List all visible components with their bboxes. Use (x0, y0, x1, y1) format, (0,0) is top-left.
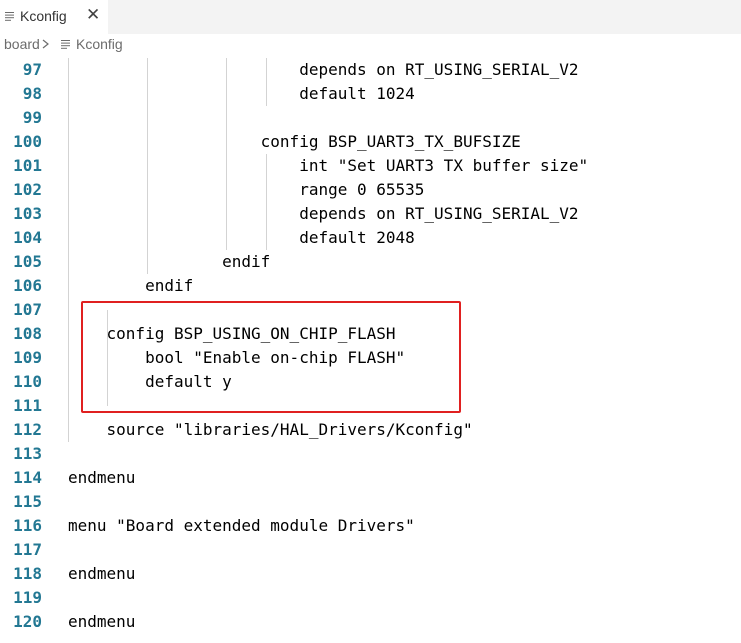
code-line: 117 (0, 538, 741, 562)
line-number: 115 (13, 492, 42, 511)
line-number: 120 (13, 612, 42, 631)
line-number: 119 (13, 588, 42, 607)
line-number: 106 (13, 276, 42, 295)
code-line: 102 range 0 65535 (0, 178, 741, 202)
code-line: 105 endif (0, 250, 741, 274)
line-number: 104 (13, 228, 42, 247)
code-line: 119 (0, 586, 741, 610)
line-number: 101 (13, 156, 42, 175)
code-line: 99 (0, 106, 741, 130)
line-number: 111 (13, 396, 42, 415)
code-line: 98 default 1024 (0, 82, 741, 106)
breadcrumb: board Kconfig (0, 34, 741, 56)
breadcrumb-folder[interactable]: board (4, 36, 40, 52)
breadcrumb-file[interactable]: Kconfig (76, 36, 123, 52)
line-number: 97 (22, 60, 42, 79)
line-number: 109 (13, 348, 42, 367)
code-line: 103 depends on RT_USING_SERIAL_V2 (0, 202, 741, 226)
line-number: 117 (13, 540, 42, 559)
line-number: 118 (13, 564, 42, 583)
line-number: 105 (13, 252, 42, 271)
line-number: 102 (13, 180, 42, 199)
line-text[interactable]: default 2048 (68, 226, 415, 250)
line-number: 107 (13, 300, 42, 319)
line-text[interactable]: config BSP_UART3_TX_BUFSIZE (68, 130, 521, 154)
line-text[interactable]: endmenu (68, 610, 135, 634)
code-line: 104 default 2048 (0, 226, 741, 250)
line-number: 98 (22, 84, 42, 103)
line-text[interactable]: menu "Board extended module Drivers" (68, 514, 415, 538)
tab-bar: Kconfig ✕ (0, 0, 741, 34)
line-text[interactable]: endif (68, 250, 270, 274)
line-number: 99 (22, 108, 42, 127)
line-text[interactable]: int "Set UART3 TX buffer size" (68, 154, 588, 178)
line-number: 113 (13, 444, 42, 463)
line-text[interactable]: endmenu (68, 562, 135, 586)
line-text[interactable]: source "libraries/HAL_Drivers/Kconfig" (68, 418, 473, 442)
line-text[interactable]: depends on RT_USING_SERIAL_V2 (68, 58, 578, 82)
code-editor[interactable]: 97 depends on RT_USING_SERIAL_V2 98 defa… (0, 58, 741, 643)
line-number: 112 (13, 420, 42, 439)
tab-kconfig[interactable]: Kconfig ✕ (0, 0, 108, 34)
code-line: 97 depends on RT_USING_SERIAL_V2 (0, 58, 741, 82)
line-number: 103 (13, 204, 42, 223)
code-line: 101 int "Set UART3 TX buffer size" (0, 154, 741, 178)
annotation-highlight-box (81, 301, 461, 413)
chevron-right-icon (42, 39, 50, 49)
line-text[interactable]: default 1024 (68, 82, 415, 106)
line-text[interactable]: depends on RT_USING_SERIAL_V2 (68, 202, 578, 226)
close-icon[interactable]: ✕ (86, 5, 100, 25)
code-line: 118 endmenu (0, 562, 741, 586)
line-number: 116 (13, 516, 42, 535)
line-number: 110 (13, 372, 42, 391)
code-line: 113 (0, 442, 741, 466)
code-line: 115 (0, 490, 741, 514)
line-text[interactable]: endif (68, 274, 193, 298)
code-line: 100 config BSP_UART3_TX_BUFSIZE (0, 130, 741, 154)
lines-file-icon (5, 12, 15, 21)
line-text[interactable]: range 0 65535 (68, 178, 424, 202)
line-text[interactable]: endmenu (68, 466, 135, 490)
lines-file-icon (61, 40, 71, 49)
tab-label: Kconfig (20, 8, 67, 24)
line-number: 114 (13, 468, 42, 487)
line-number: 100 (13, 132, 42, 151)
code-line: 114 endmenu (0, 466, 741, 490)
code-line: 106 endif (0, 274, 741, 298)
code-line: 120 endmenu (0, 610, 741, 634)
line-number: 108 (13, 324, 42, 343)
code-line: 112 source "libraries/HAL_Drivers/Kconfi… (0, 418, 741, 442)
code-line: 116 menu "Board extended module Drivers" (0, 514, 741, 538)
